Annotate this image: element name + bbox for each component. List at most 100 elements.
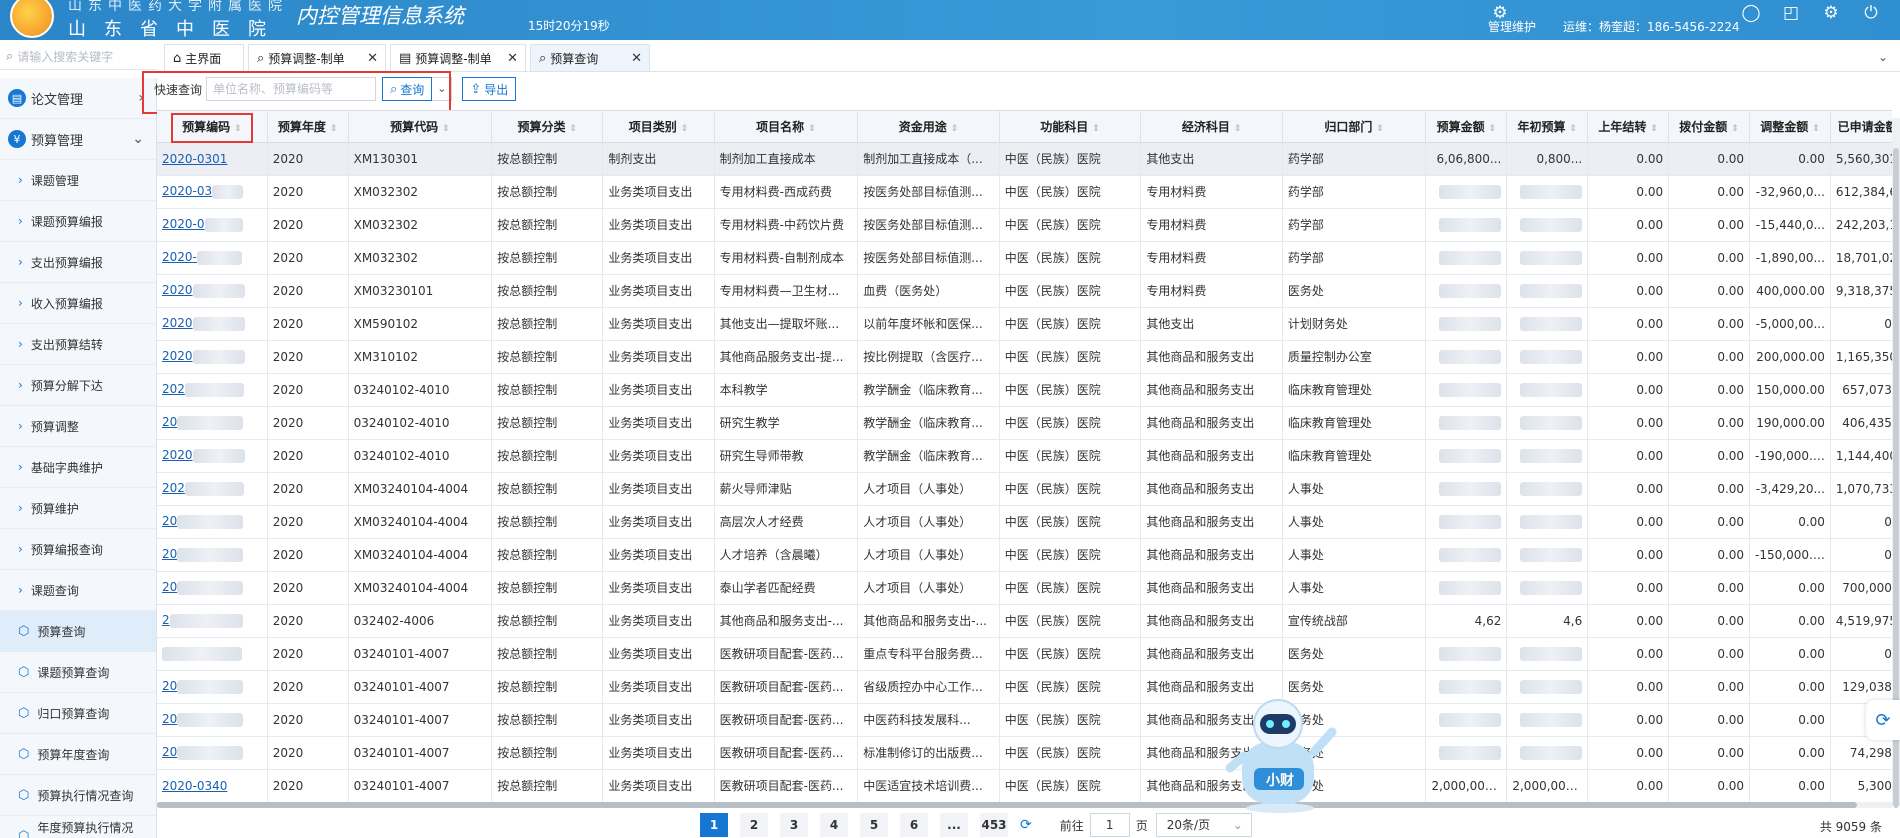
goto-page-input[interactable]: 1 — [1089, 813, 1130, 837]
sort-icon[interactable]: ⇕ — [570, 124, 578, 134]
sort-icon[interactable]: ⇕ — [808, 124, 816, 134]
sort-icon[interactable]: ⇕ — [1092, 124, 1100, 134]
table-row[interactable]: 2020-0 2020 XM032302 按总额控制 业务类项目支出 专用材料费-中药饮片… — [157, 208, 1892, 242]
sidebar-item[interactable]: ⬡ 归口预算查询 — [0, 693, 156, 734]
sidebar-item[interactable]: › 预算调整 — [0, 406, 156, 447]
page-button[interactable]: 1 — [700, 813, 728, 837]
sort-icon[interactable]: ⇕ — [1650, 124, 1658, 134]
sidebar-item[interactable]: › 预算维护 — [0, 488, 156, 529]
horizontal-scrollbar[interactable] — [157, 802, 1892, 808]
table-row[interactable]: 20 2020 XM03240104-4004 按总额控制 业务类项目支出 泰山学者匹配经… — [157, 571, 1892, 605]
table-row[interactable]: 20 2020 03240101-4007 按总额控制 业务类项目支出 医教研项目配套-医… — [157, 736, 1892, 770]
column-header[interactable]: 预算分类 ⇕ — [491, 111, 604, 143]
close-icon[interactable]: ✕ — [507, 51, 518, 66]
column-header[interactable]: 预算年度 ⇕ — [267, 111, 349, 143]
sort-icon[interactable]: ⇕ — [1570, 124, 1578, 134]
power-icon[interactable]: ⏻ — [1860, 2, 1882, 24]
table-row[interactable]: 2020 2020 XM590102 按总额控制 业务类项目支出 其他支出—提取坏账...… — [157, 307, 1892, 341]
budget-code-link[interactable]: 20 — [157, 505, 268, 539]
sidebar-item[interactable]: ⬡ 预算年度查询 — [0, 734, 156, 775]
sort-icon[interactable]: ⇕ — [1376, 124, 1384, 134]
sort-icon[interactable]: ⇕ — [330, 124, 338, 134]
tab-budget-adjust-2[interactable]: ▤ 预算调整-制单 ✕ — [390, 44, 526, 71]
budget-code-link[interactable]: 20 — [157, 406, 268, 440]
sort-icon[interactable]: ⇕ — [1234, 124, 1242, 134]
budget-code-link[interactable]: 202 — [157, 472, 268, 506]
sidebar-item[interactable]: ⬡ 课题预算查询 — [0, 652, 156, 693]
budget-code-link[interactable]: 20 — [157, 670, 268, 704]
page-button[interactable]: 453 — [980, 813, 1008, 837]
tab-home[interactable]: ⌂ 主界面 — [164, 44, 244, 71]
budget-code-link[interactable]: 202 — [157, 373, 268, 407]
table-row[interactable]: 20 2020 03240101-4007 按总额控制 业务类项目支出 医教研项目配套-医… — [157, 670, 1892, 704]
table-row[interactable]: 202 2020 XM03240104-4004 按总额控制 业务类项目支出 薪火导师津贴… — [157, 472, 1892, 506]
budget-code-link[interactable]: 2020- — [157, 241, 268, 275]
table-row[interactable]: 202 2020 03240102-4010 按总额控制 业务类项目支出 本科教学 教学酬金… — [157, 373, 1892, 407]
sort-icon[interactable]: ⇕ — [442, 124, 450, 134]
budget-code-link[interactable]: 20 — [157, 703, 268, 737]
budget-code-link[interactable]: 2 — [157, 604, 268, 638]
budget-code-link[interactable]: 2020-0340 — [157, 769, 268, 803]
table-row[interactable]: 2020 2020 03240102-4010 按总额控制 业务类项目支出 研究生导师带教… — [157, 439, 1892, 473]
page-button[interactable]: 3 — [780, 813, 808, 837]
sidebar-item[interactable]: ⬡ 年度预算执行情况查... — [0, 816, 156, 838]
close-icon[interactable]: ✕ — [631, 51, 642, 66]
budget-code-link[interactable]: 20 — [157, 571, 268, 605]
sidebar-item[interactable]: › 支出预算结转 — [0, 324, 156, 365]
budget-code-link[interactable]: 2020-0 — [157, 208, 268, 242]
budget-code-link[interactable]: 20 — [157, 538, 268, 572]
sidebar-item[interactable]: › 课题管理 — [0, 160, 156, 201]
budget-code-link[interactable]: 2020 — [157, 274, 268, 308]
page-button[interactable]: 6 — [900, 813, 928, 837]
column-header[interactable]: 项目名称 ⇕ — [714, 111, 859, 143]
sort-icon[interactable]: ⇕ — [681, 124, 689, 134]
table-row[interactable]: 20 2020 03240101-4007 按总额控制 业务类项目支出 医教研项目配套-医… — [157, 703, 1892, 737]
budget-code-link[interactable]: 2020 — [157, 439, 268, 473]
column-header[interactable]: 年初预算 ⇕ — [1506, 111, 1589, 143]
chevron-down-icon[interactable]: ⌄ — [1878, 50, 1888, 64]
column-header[interactable]: 归口部门 ⇕ — [1282, 111, 1427, 143]
table-row[interactable]: 20 2020 03240102-4010 按总额控制 业务类项目支出 研究生教学 教学酬金… — [157, 406, 1892, 440]
sidebar-item[interactable]: ⬡ 预算执行情况查询 — [0, 775, 156, 816]
sidebar-item[interactable]: › 基础字典维护 — [0, 447, 156, 488]
sidebar-item[interactable]: › 支出预算编报 — [0, 242, 156, 283]
sort-icon[interactable]: ⇕ — [1489, 124, 1497, 134]
column-header[interactable]: 项目类别 ⇕ — [602, 111, 715, 143]
tab-budget-query[interactable]: ⌕ 预算查询 ✕ — [530, 44, 650, 71]
close-icon[interactable]: ✕ — [367, 51, 378, 66]
page-button[interactable]: 4 — [820, 813, 848, 837]
refresh-icon[interactable]: ⟳ — [1020, 817, 1032, 833]
sidebar-group-budget[interactable]: ¥ 预算管理 ⌄ — [0, 119, 156, 160]
page-button[interactable]: ... — [940, 813, 968, 837]
budget-code-link[interactable]: 2020 — [157, 307, 268, 341]
sidebar-item[interactable]: › 收入预算编报 — [0, 283, 156, 324]
message-icon[interactable]: ◰ — [1780, 2, 1802, 24]
table-row[interactable]: 2020 03240101-4007 按总额控制 业务类项目支出 医教研项目配套-医药.… — [157, 637, 1892, 671]
table-row[interactable]: 2020-03 2020 XM032302 按总额控制 业务类项目支出 专用材料费-西成药… — [157, 175, 1892, 209]
refresh-float-icon[interactable]: ⟳ — [1866, 700, 1900, 740]
table-row[interactable]: 2020-0301 2020 XM130301 按总额控制 制剂支出 制剂加工直接成本 制剂… — [157, 142, 1892, 176]
export-button[interactable]: ⇪ 导出 — [462, 77, 517, 101]
column-header[interactable]: 拨付金额 ⇕ — [1668, 111, 1751, 143]
column-header[interactable]: 上年结转 ⇕ — [1587, 111, 1670, 143]
table-row[interactable]: 2020 2020 XM310102 按总额控制 业务类项目支出 其他商品服务支出-提..… — [157, 340, 1892, 374]
table-row[interactable]: 20 2020 XM03240104-4004 按总额控制 业务类项目支出 人才培养（含晨… — [157, 538, 1892, 572]
table-row[interactable]: 2 2020 032402-4006 按总额控制 业务类项目支出 其他商品和服务支出-..… — [157, 604, 1892, 638]
sort-icon[interactable]: ⇕ — [1812, 124, 1820, 134]
column-header[interactable]: 预算代码 ⇕ — [348, 111, 493, 143]
tab-budget-adjust-1[interactable]: ⌕ 预算调整-制单 ✕ — [248, 44, 386, 71]
budget-code-link[interactable]: 20 — [157, 736, 268, 770]
sort-icon[interactable]: ⇕ — [1731, 124, 1739, 134]
budget-code-link[interactable] — [157, 637, 268, 671]
sidebar-item[interactable]: ⬡ 预算查询 — [0, 611, 156, 652]
table-row[interactable]: 20 2020 XM03240104-4004 按总额控制 业务类项目支出 高层次人才经费… — [157, 505, 1892, 539]
column-header[interactable]: 预算金额 ⇕ — [1425, 111, 1508, 143]
table-row[interactable]: 2020- 2020 XM032302 按总额控制 业务类项目支出 专用材料费-自制剂成本… — [157, 241, 1892, 275]
sidebar-item[interactable]: › 课题预算编报 — [0, 201, 156, 242]
page-size-select[interactable]: 20条/页 ⌄ — [1155, 813, 1252, 837]
column-header[interactable]: 经济科目 ⇕ — [1140, 111, 1283, 143]
budget-code-link[interactable]: 2020-03 — [157, 175, 268, 209]
sidebar-search-input[interactable]: ⌕ 请输入搜索关键字 — [0, 44, 157, 70]
page-button[interactable]: 2 — [740, 813, 768, 837]
sidebar-item[interactable]: › 课题查询 — [0, 570, 156, 611]
